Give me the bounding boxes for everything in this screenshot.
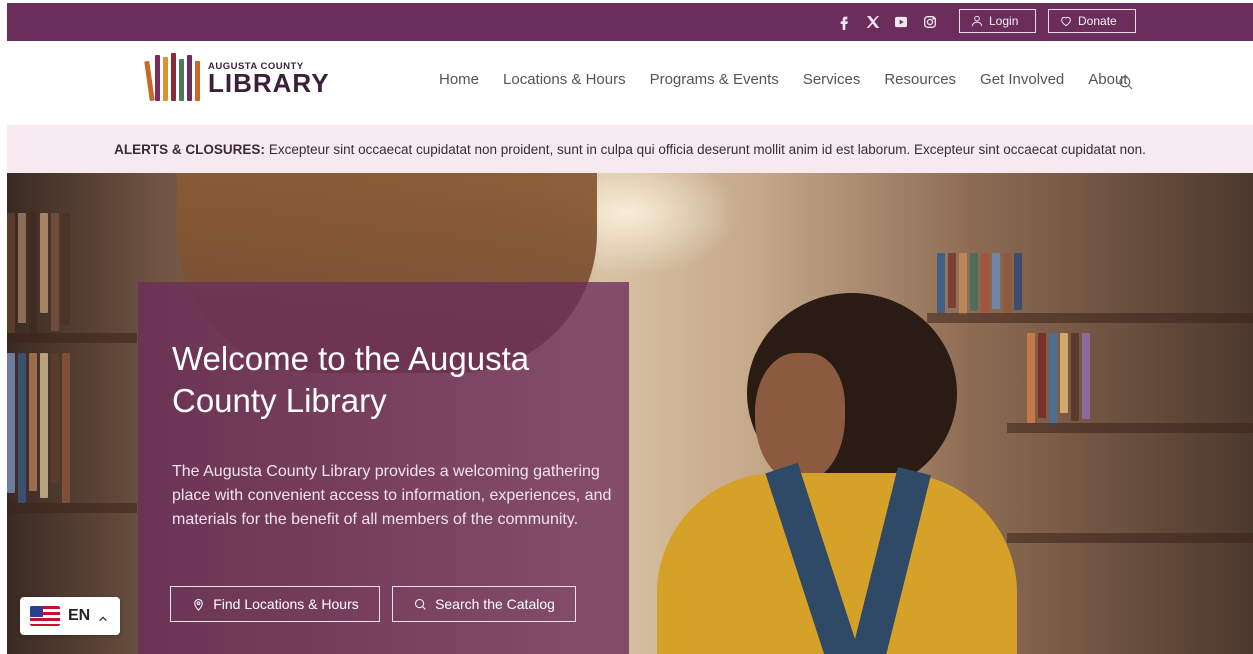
search-icon[interactable]	[1117, 74, 1135, 92]
hero-description: The Augusta County Library provides a we…	[172, 463, 612, 528]
hero-card: Welcome to the Augusta County Library Th…	[138, 282, 629, 654]
bookshelf-right	[937, 253, 1022, 315]
nav-item-services[interactable]: Services	[803, 71, 861, 88]
map-pin-icon	[194, 598, 203, 611]
bookshelf-right-lower	[1027, 333, 1090, 425]
hero-title: Welcome to the Augusta County Library	[172, 340, 530, 419]
find-locations-button[interactable]: Find Locations & Hours	[170, 586, 380, 622]
logo-big-text: LIBRARY	[208, 67, 330, 98]
find-locations-label: Find Locations & Hours	[213, 596, 359, 612]
language-selector[interactable]: EN	[20, 597, 120, 635]
login-label: Login	[989, 14, 1019, 28]
site-header: AUGUSTA COUNTY LIBRARY Home Locations & …	[7, 41, 1253, 125]
bookshelf-left-lower	[7, 353, 70, 503]
search-catalog-label: Search the Catalog	[435, 596, 555, 612]
donate-label: Donate	[1078, 14, 1117, 28]
heart-icon	[1061, 16, 1071, 27]
hero-section: Welcome to the Augusta County Library Th…	[7, 173, 1253, 654]
nav-item-programs-events[interactable]: Programs & Events	[650, 71, 779, 88]
nav-item-resources[interactable]: Resources	[884, 71, 956, 88]
donate-button[interactable]: Donate	[1048, 9, 1136, 33]
instagram-icon[interactable]	[919, 12, 941, 32]
chevron-up-icon	[98, 611, 108, 622]
nav-item-home[interactable]: Home	[439, 71, 479, 88]
us-flag-icon	[30, 606, 60, 626]
search-catalog-button[interactable]: Search the Catalog	[392, 586, 576, 622]
nav-item-locations-hours[interactable]: Locations & Hours	[503, 71, 626, 88]
login-button[interactable]: Login	[959, 9, 1036, 33]
girl-face-photo	[755, 353, 845, 483]
x-icon[interactable]	[862, 12, 884, 32]
alert-text: Excepteur sint occaecat cupidatat non pr…	[268, 141, 1146, 157]
language-code: EN	[68, 607, 91, 624]
user-icon	[971, 15, 983, 27]
bookshelf-left	[7, 213, 70, 338]
library-logo[interactable]: AUGUSTA COUNTY LIBRARY	[144, 53, 330, 102]
facebook-icon[interactable]	[833, 12, 855, 32]
youtube-icon[interactable]	[890, 12, 912, 32]
alert-label: ALERTS & CLOSURES:	[114, 141, 265, 157]
alerts-closures-banner: ALERTS & CLOSURES: Excepteur sint occaec…	[7, 125, 1253, 173]
main-nav: Home Locations & Hours Programs & Events…	[439, 71, 1127, 88]
search-icon	[415, 598, 426, 610]
nav-item-get-involved[interactable]: Get Involved	[980, 71, 1064, 88]
books-logo-icon	[144, 53, 200, 102]
page: Login Donate AUGUSTA COUNTY LIBRARY Home…	[0, 0, 1253, 654]
top-utility-bar: Login Donate	[7, 3, 1253, 41]
